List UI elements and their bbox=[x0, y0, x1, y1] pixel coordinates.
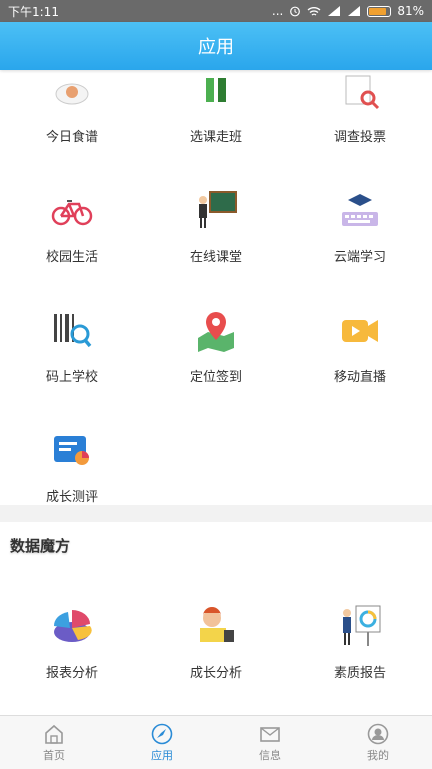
mail-icon bbox=[259, 723, 281, 745]
assessment-chart-icon bbox=[50, 428, 94, 472]
tab-home[interactable]: 首页 bbox=[0, 716, 108, 769]
app-item[interactable]: 调查投票 bbox=[288, 70, 432, 156]
pie-chart-icon bbox=[50, 604, 94, 648]
tab-label: 信息 bbox=[259, 748, 281, 762]
app-item[interactable]: 报表分析 bbox=[0, 572, 144, 692]
app-item[interactable]: 成长测评 bbox=[0, 396, 144, 516]
map-pin-icon bbox=[194, 308, 238, 352]
child-reading-icon bbox=[194, 604, 238, 648]
app-label: 云端学习 bbox=[333, 250, 386, 265]
compass-icon bbox=[151, 723, 173, 745]
app-label: 报表分析 bbox=[45, 666, 98, 681]
bottom-tab-bar: 首页 应用 信息 我的 bbox=[0, 715, 432, 769]
app-label: 成长分析 bbox=[189, 666, 242, 681]
home-icon bbox=[43, 723, 65, 745]
battery-percent: 81% bbox=[397, 4, 424, 18]
app-label: 移动直播 bbox=[333, 370, 386, 385]
data-cube-panel: 数据魔方 报表分析 成长分析 素质报告 bbox=[0, 522, 432, 715]
app-item[interactable]: 云端学习 bbox=[288, 156, 432, 276]
bicycle-icon bbox=[50, 188, 94, 232]
barcode-search-icon bbox=[50, 308, 94, 352]
header-bar: 应用 bbox=[0, 22, 432, 70]
keyboard-graduation-icon bbox=[338, 188, 382, 232]
status-bar: 下午1:11 ... 81% bbox=[0, 0, 432, 22]
battery-icon bbox=[367, 5, 392, 17]
battery-level bbox=[369, 7, 386, 15]
scroll-content[interactable]: 今日食谱 选课走班 调查投票校园生活 在线课堂 云端学习码上学校 定位签到 移动直播成长测评… bbox=[0, 70, 432, 715]
tab-label: 首页 bbox=[43, 748, 65, 762]
app-item[interactable]: 今日食谱 bbox=[0, 70, 144, 156]
app-label: 调查投票 bbox=[333, 130, 386, 145]
app-label: 码上学校 bbox=[45, 370, 98, 385]
apps-panel: 今日食谱 选课走班 调查投票校园生活 在线课堂 云端学习码上学校 定位签到 移动直播成长测评 bbox=[0, 70, 432, 505]
app-label: 成长测评 bbox=[45, 490, 98, 505]
app-label: 今日食谱 bbox=[45, 130, 98, 145]
wifi-icon bbox=[307, 6, 321, 16]
app-item[interactable]: 码上学校 bbox=[0, 276, 144, 396]
teacher-board-icon bbox=[194, 188, 238, 232]
app-item[interactable]: 移动直播 bbox=[288, 276, 432, 396]
app-item[interactable]: 在线课堂 bbox=[144, 156, 288, 276]
survey-icon bbox=[338, 70, 382, 112]
signal-icon bbox=[328, 6, 341, 16]
app-item[interactable]: 成长分析 bbox=[144, 572, 288, 692]
app-label: 在线课堂 bbox=[189, 250, 242, 265]
status-time: 下午1:11 bbox=[8, 4, 59, 19]
recipe-icon bbox=[50, 70, 94, 112]
tab-mail[interactable]: 信息 bbox=[216, 716, 324, 769]
app-item[interactable]: 校园生活 bbox=[0, 156, 144, 276]
tab-user[interactable]: 我的 bbox=[324, 716, 432, 769]
video-camera-icon bbox=[338, 308, 382, 352]
presenter-board-icon bbox=[338, 604, 382, 648]
tab-compass[interactable]: 应用 bbox=[108, 716, 216, 769]
page-title: 应用 bbox=[198, 37, 234, 58]
tab-label: 我的 bbox=[367, 748, 389, 762]
user-icon bbox=[367, 723, 389, 745]
signal-icon-2 bbox=[348, 6, 361, 16]
app-label: 素质报告 bbox=[333, 666, 386, 681]
section-title: 数据魔方 bbox=[10, 537, 71, 555]
notification-dots: ... bbox=[271, 4, 284, 18]
app-item[interactable]: 定位签到 bbox=[144, 276, 288, 396]
app-label: 定位签到 bbox=[189, 370, 242, 385]
tab-label: 应用 bbox=[151, 748, 173, 762]
alarm-icon bbox=[290, 6, 301, 17]
app-label: 校园生活 bbox=[45, 250, 98, 265]
app-item[interactable]: 选课走班 bbox=[144, 70, 288, 156]
app-item[interactable]: 素质报告 bbox=[288, 572, 432, 692]
app-label: 选课走班 bbox=[189, 130, 242, 145]
class-select-icon bbox=[194, 70, 238, 112]
